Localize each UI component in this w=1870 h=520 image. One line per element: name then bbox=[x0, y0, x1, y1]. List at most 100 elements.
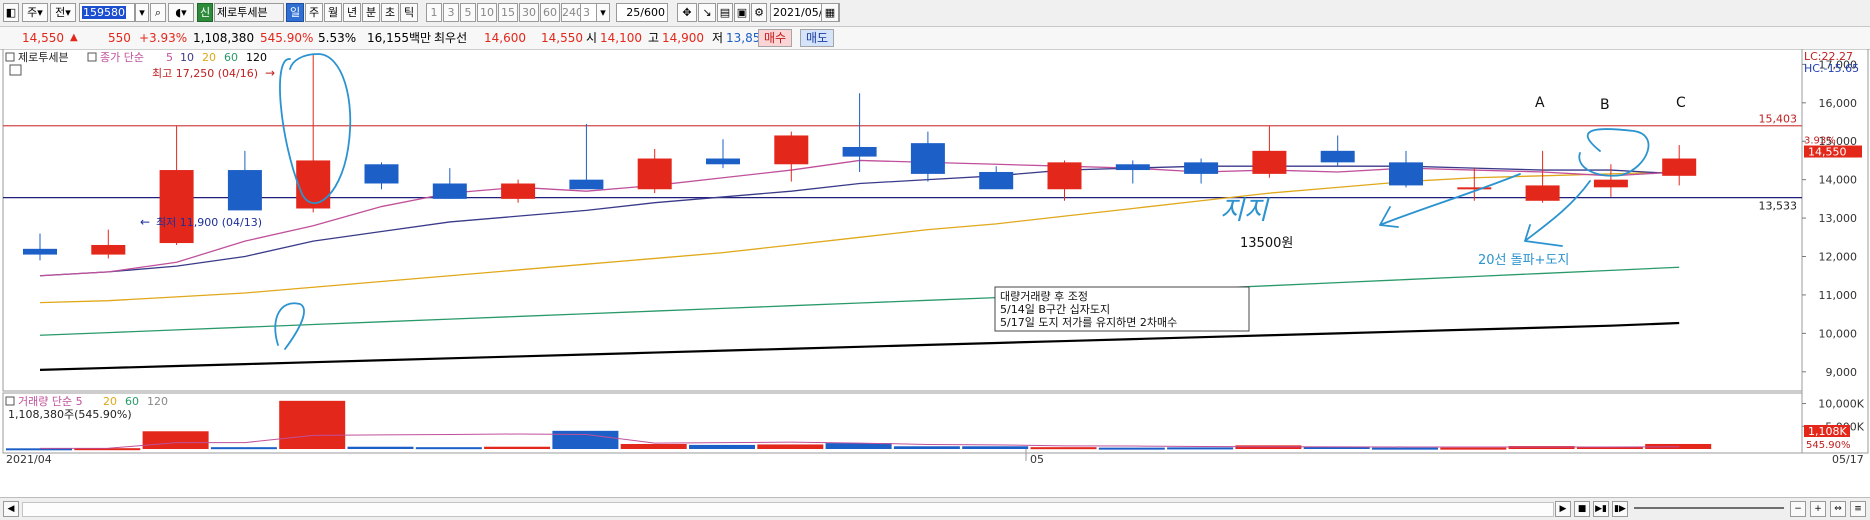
high-price: 14,900 bbox=[662, 31, 704, 45]
turnover-pct: 5.53% bbox=[318, 31, 357, 45]
candle-body-14 bbox=[979, 171, 1014, 190]
candle-body-3 bbox=[227, 170, 262, 211]
volume-bar-15 bbox=[1030, 447, 1097, 450]
volume-bar-9 bbox=[620, 444, 687, 449]
volume-bar-13 bbox=[893, 446, 960, 449]
period-button-3[interactable]: 년 bbox=[343, 3, 361, 22]
volume-bar-4 bbox=[279, 400, 346, 449]
low-label: 저 bbox=[712, 31, 724, 45]
candle-body-16 bbox=[1115, 164, 1150, 171]
minute-option-240[interactable]: 240 bbox=[561, 3, 583, 22]
low-arrow-icon: ← bbox=[140, 215, 150, 229]
candle-body-0 bbox=[23, 248, 57, 255]
ask-price: 14,600 bbox=[484, 31, 526, 45]
high-marker: 최고 17,250 (04/16) bbox=[152, 67, 258, 80]
type-select[interactable]: 전▾ bbox=[50, 3, 76, 22]
minute-option-30[interactable]: 30 bbox=[519, 3, 539, 22]
zoom-out-icon[interactable]: − bbox=[1790, 501, 1806, 517]
volume-current-pct: 545.90% bbox=[1806, 440, 1851, 451]
candle-body-17 bbox=[1184, 162, 1219, 174]
open-label: 시 bbox=[586, 31, 598, 45]
volume-bar-2 bbox=[142, 431, 209, 449]
candle-body-8 bbox=[569, 179, 604, 190]
cross-icon[interactable]: ✥ bbox=[677, 3, 697, 22]
fit-icon[interactable]: ⇔ bbox=[1830, 501, 1846, 517]
period-button-5[interactable]: 초 bbox=[381, 3, 399, 22]
chart-settings-icon[interactable]: ◧ bbox=[3, 3, 19, 22]
line-tool-icon[interactable]: ↘ bbox=[698, 3, 716, 22]
annot-20line: 20선 돌파+도지 bbox=[1478, 253, 1569, 268]
type-select-label: 전 bbox=[55, 6, 66, 19]
price-panel bbox=[2, 49, 1803, 392]
period-select-label: 주 bbox=[27, 6, 38, 19]
candle-body-15 bbox=[1047, 162, 1082, 190]
hline-label-1: 13,533 bbox=[1759, 200, 1798, 213]
search-icon[interactable]: ⌕ bbox=[150, 3, 166, 22]
stop-icon[interactable]: ■ bbox=[1574, 501, 1590, 517]
zoom-slider[interactable] bbox=[1634, 507, 1784, 509]
candle-body-11 bbox=[774, 135, 809, 165]
high-label: 고 bbox=[648, 31, 660, 45]
count-value: 25 bbox=[626, 6, 641, 19]
menu-icon[interactable]: ≡ bbox=[1850, 501, 1866, 517]
note-line-1: 5/14일 B구간 십자도지 bbox=[1000, 302, 1110, 316]
volume-legend-period-20: 20 bbox=[103, 395, 117, 408]
open-price: 14,100 bbox=[600, 31, 642, 45]
sell-button[interactable]: 매도 bbox=[800, 29, 835, 47]
chart-title: 제로투세븐 bbox=[18, 51, 69, 64]
end-icon[interactable]: ▮▶ bbox=[1612, 501, 1628, 517]
minute-option-15[interactable]: 15 bbox=[498, 3, 518, 22]
next-icon[interactable]: ▶▮ bbox=[1593, 501, 1609, 517]
zoom-in-icon[interactable]: + bbox=[1810, 501, 1826, 517]
gear-icon[interactable]: ⚙ bbox=[751, 3, 767, 22]
count-total: /600 bbox=[640, 6, 665, 19]
price-chart[interactable]: 17,00016,00015,00014,00013,00012,00011,0… bbox=[0, 49, 1870, 497]
candle-body-18 bbox=[1252, 150, 1287, 174]
y-tick-label-4: 13,000 bbox=[1819, 212, 1858, 225]
minute-option-1[interactable]: 1 bbox=[426, 3, 442, 22]
annot-13500: 13500원 bbox=[1240, 236, 1293, 251]
minute-option-5[interactable]: 5 bbox=[460, 3, 476, 22]
period-button-0[interactable]: 일 bbox=[286, 3, 304, 22]
period-button-4[interactable]: 분 bbox=[362, 3, 380, 22]
period-select[interactable]: 주▾ bbox=[22, 3, 48, 22]
minute-option-60[interactable]: 60 bbox=[540, 3, 560, 22]
scroll-track[interactable] bbox=[22, 502, 1554, 517]
period-button-6[interactable]: 틱 bbox=[400, 3, 418, 22]
hc-label: HC:-15.65 bbox=[1804, 62, 1859, 75]
candle-body-20 bbox=[1389, 162, 1423, 186]
y-tick-label-5: 12,000 bbox=[1819, 251, 1858, 264]
code-dropdown-icon[interactable]: ▾ bbox=[135, 3, 149, 22]
period-button-1[interactable]: 주 bbox=[305, 3, 323, 22]
speaker-icon[interactable]: ◖▾ bbox=[168, 3, 194, 22]
volume-bar-3 bbox=[210, 447, 277, 450]
candle-body-10 bbox=[706, 158, 740, 165]
chart-scrollbar[interactable]: ◀ ▶ ■ ▶▮ ▮▶ − + ⇔ ≡ bbox=[0, 497, 1870, 520]
volume-bar-20 bbox=[1372, 447, 1438, 450]
x-label-2: 05/17 bbox=[1832, 453, 1864, 466]
volume-legend-period-120: 120 bbox=[147, 395, 168, 408]
trade-amount: 16,155백만 bbox=[367, 31, 432, 45]
legend-period-10: 10 bbox=[180, 51, 194, 64]
minute-spin-icon[interactable]: ▾ bbox=[596, 3, 610, 22]
stock-code-input[interactable]: 159580 bbox=[79, 3, 135, 22]
annot-support-handwriting: 지지 bbox=[1220, 196, 1270, 226]
period-button-2[interactable]: 월 bbox=[324, 3, 342, 22]
minute-option-10[interactable]: 10 bbox=[477, 3, 497, 22]
chart-icon[interactable]: ▤ bbox=[717, 3, 733, 22]
candle-body-5 bbox=[364, 164, 399, 184]
volume-legend-period-60: 60 bbox=[125, 395, 139, 408]
scroll-right-icon[interactable]: ▶ bbox=[1555, 501, 1571, 517]
buy-button[interactable]: 매수 bbox=[758, 29, 793, 47]
count-input[interactable]: 25/600 bbox=[616, 3, 668, 22]
volume-bar-14 bbox=[962, 446, 1029, 449]
sin-badge[interactable]: 신 bbox=[197, 3, 213, 22]
save-icon[interactable]: ▣ bbox=[734, 3, 750, 22]
calendar-icon[interactable]: ▦ bbox=[821, 3, 839, 22]
price-change-pct: +3.93% bbox=[139, 31, 188, 45]
stock-name-field: 제로투세븐 bbox=[214, 3, 284, 22]
x-label-1: 05 bbox=[1030, 453, 1044, 466]
minute-option-3[interactable]: 3 bbox=[443, 3, 459, 22]
volume-bar-11 bbox=[757, 444, 824, 449]
scroll-left-icon[interactable]: ◀ bbox=[3, 501, 19, 517]
